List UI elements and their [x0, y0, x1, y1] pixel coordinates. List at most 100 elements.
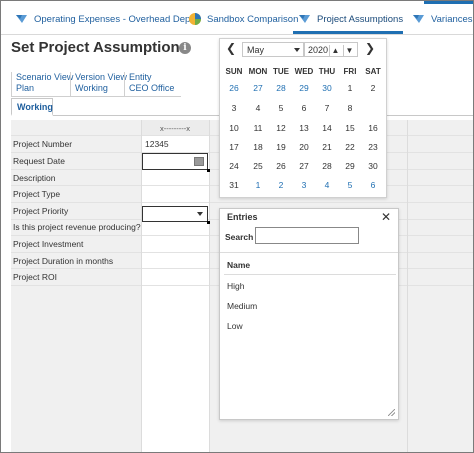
- calendar-day[interactable]: 5: [270, 99, 292, 117]
- next-month-icon[interactable]: ❯: [363, 42, 377, 56]
- day-of-week-label: TUE: [273, 67, 289, 76]
- date-picker: ❮ May 2020 ▲ ▼ ❯ SUN MON TUE WED THU FRI…: [219, 38, 387, 198]
- year-spinner[interactable]: 2020 ▲ ▼: [304, 42, 358, 57]
- calendar-day[interactable]: 2: [362, 79, 384, 97]
- grid-column-header: x---------x: [141, 120, 209, 135]
- calendar-day[interactable]: 25: [247, 157, 269, 175]
- calendar-icon[interactable]: [194, 157, 204, 166]
- active-tab-indicator: [293, 31, 403, 34]
- grid-line: [407, 120, 408, 452]
- tab-variances[interactable]: Variances: [412, 10, 473, 28]
- row-label-project-duration: Project Duration in months: [13, 256, 114, 266]
- calendar-day[interactable]: 11: [247, 119, 269, 137]
- calendar-day[interactable]: 5: [339, 176, 361, 194]
- request-date-input[interactable]: [142, 153, 208, 170]
- calendar-day[interactable]: 12: [270, 119, 292, 137]
- previous-month-icon[interactable]: ❮: [224, 42, 238, 56]
- calendar-day[interactable]: 31: [223, 176, 245, 194]
- calendar-day[interactable]: 4: [247, 99, 269, 117]
- row-label-project-number: Project Number: [13, 139, 73, 149]
- pov-scenario[interactable]: Scenario View Plan: [11, 72, 73, 96]
- chevron-down-icon: [294, 48, 300, 52]
- calendar-day[interactable]: 15: [339, 119, 361, 137]
- tab-sandbox-comparison[interactable]: Sandbox Comparison: [188, 10, 298, 28]
- calendar-day[interactable]: 14: [316, 119, 338, 137]
- calendar-day[interactable]: 26: [223, 79, 245, 97]
- calendar-day[interactable]: 24: [223, 157, 245, 175]
- calendar-day[interactable]: 1: [247, 176, 269, 194]
- calendar-day[interactable]: 23: [362, 138, 384, 156]
- search-label: Search: [225, 232, 254, 242]
- row-label-project-type: Project Type: [13, 189, 61, 199]
- entry-item-low[interactable]: Low: [227, 321, 243, 331]
- entries-divider: [224, 274, 396, 275]
- calendar-day[interactable]: 27: [293, 157, 315, 175]
- calendar-day[interactable]: 16: [362, 119, 384, 137]
- calendar-day[interactable]: 9: [362, 99, 384, 117]
- entries-column-header: Name: [227, 260, 251, 270]
- info-icon[interactable]: i: [179, 42, 191, 54]
- calendar-day[interactable]: 29: [293, 79, 315, 97]
- tab-top-indicator: [424, 1, 473, 4]
- calendar-day[interactable]: 28: [316, 157, 338, 175]
- row-label-project-investment: Project Investment: [13, 239, 84, 249]
- subtab-working[interactable]: Working: [11, 98, 53, 116]
- chevron-down-icon: [197, 212, 203, 216]
- calendar-day[interactable]: 1: [339, 79, 361, 97]
- month-select[interactable]: May: [242, 42, 304, 57]
- form-grid-icon: [412, 12, 426, 26]
- calendar-day[interactable]: 26: [270, 157, 292, 175]
- calendar-day[interactable]: 30: [316, 79, 338, 97]
- app-window: Operating Expenses - Overhead Depts Sand…: [0, 0, 474, 453]
- calendar-day[interactable]: 6: [362, 176, 384, 194]
- tab-operating-expenses[interactable]: Operating Expenses - Overhead Depts: [15, 10, 198, 28]
- grid-data-column: [141, 135, 209, 452]
- calendar-day[interactable]: 20: [293, 138, 315, 156]
- calendar-day[interactable]: 28: [270, 79, 292, 97]
- project-priority-dropdown[interactable]: [142, 206, 208, 222]
- form-grid-icon: [15, 12, 29, 26]
- calendar-day[interactable]: 4: [316, 176, 338, 194]
- cell-drag-handle[interactable]: [207, 221, 210, 224]
- cell-project-number[interactable]: 12345: [145, 139, 169, 149]
- entry-item-high[interactable]: High: [227, 281, 244, 291]
- entries-panel: Entries ✕ Search Name High Medium Low: [219, 208, 399, 420]
- row-label-request-date: Request Date: [13, 156, 65, 166]
- calendar-day[interactable]: 3: [293, 176, 315, 194]
- calendar-day[interactable]: 2: [270, 176, 292, 194]
- year-down-icon[interactable]: ▼: [343, 45, 355, 56]
- calendar-day[interactable]: 21: [316, 138, 338, 156]
- day-of-week-label: SAT: [365, 67, 381, 76]
- calendar-day[interactable]: 13: [293, 119, 315, 137]
- row-label-project-priority: Project Priority: [13, 206, 69, 216]
- row-label-revenue-producing: Is this project revenue producing?: [13, 222, 141, 232]
- form-tab-bar: Operating Expenses - Overhead Depts Sand…: [1, 1, 473, 35]
- calendar-day[interactable]: 27: [247, 79, 269, 97]
- resize-handle-icon[interactable]: [388, 409, 395, 416]
- calendar-day[interactable]: 6: [293, 99, 315, 117]
- calendar-day[interactable]: 7: [316, 99, 338, 117]
- calendar-day[interactable]: 3: [223, 99, 245, 117]
- pov-divider: [11, 96, 181, 97]
- cell-drag-handle[interactable]: [207, 169, 210, 172]
- calendar-day[interactable]: 18: [247, 138, 269, 156]
- calendar-day[interactable]: 8: [339, 99, 361, 117]
- calendar-day[interactable]: 22: [339, 138, 361, 156]
- calendar-day[interactable]: 30: [362, 157, 384, 175]
- calendar-day[interactable]: 17: [223, 138, 245, 156]
- close-icon[interactable]: ✕: [381, 210, 391, 224]
- calendar-day[interactable]: 29: [339, 157, 361, 175]
- calendar-day[interactable]: 19: [270, 138, 292, 156]
- search-input[interactable]: [255, 227, 359, 244]
- year-up-icon[interactable]: ▲: [329, 45, 341, 56]
- entries-divider: [220, 252, 398, 253]
- day-of-week-label: MON: [248, 67, 268, 76]
- pov-entity[interactable]: Entity CEO Office: [124, 72, 174, 96]
- pov-version[interactable]: Version View Working: [70, 72, 127, 96]
- calendar-day[interactable]: 10: [223, 119, 245, 137]
- tab-project-assumptions[interactable]: Project Assumptions: [298, 10, 403, 28]
- page-title: Set Project Assumptions: [11, 39, 188, 56]
- row-label-project-roi: Project ROI: [13, 272, 57, 282]
- entry-item-medium[interactable]: Medium: [227, 301, 257, 311]
- day-of-week-label: WED: [294, 67, 314, 76]
